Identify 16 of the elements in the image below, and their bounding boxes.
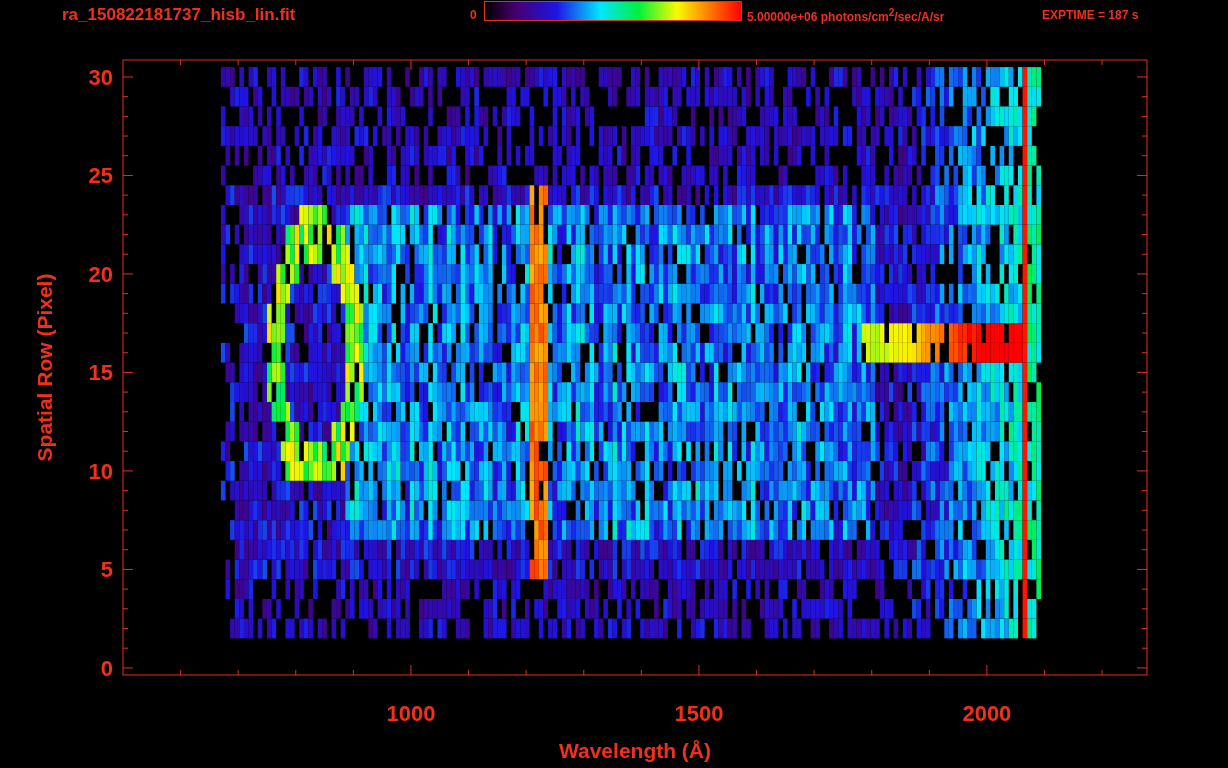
y-tick-label: 25 bbox=[88, 163, 113, 189]
y-tick-label: 30 bbox=[88, 64, 113, 90]
exposure-time: EXPTIME = 187 s bbox=[1042, 8, 1139, 22]
x-axis-label: Wavelength (Å) bbox=[558, 739, 712, 762]
file-name: ra_150822181737_hisb_lin.fit bbox=[62, 5, 297, 25]
y-tick-label: 10 bbox=[88, 458, 113, 484]
x-tick-label: 1500 bbox=[674, 701, 724, 726]
x-tick-label: 2000 bbox=[962, 701, 1012, 726]
y-axis-label: Spatial Row (Pixel) bbox=[33, 273, 56, 462]
colorbar-min-label: 0 bbox=[470, 8, 478, 22]
y-tick-label: 20 bbox=[88, 261, 113, 287]
colorbar-max-label: 5.00000e+06 photons/cm$^{2}$/sec/A/sr bbox=[747, 6, 946, 24]
x-tick-label: 1000 bbox=[386, 701, 436, 726]
y-tick-label: 0 bbox=[100, 655, 113, 681]
y-tick-label: 5 bbox=[100, 557, 113, 583]
y-tick-label: 15 bbox=[88, 360, 113, 386]
